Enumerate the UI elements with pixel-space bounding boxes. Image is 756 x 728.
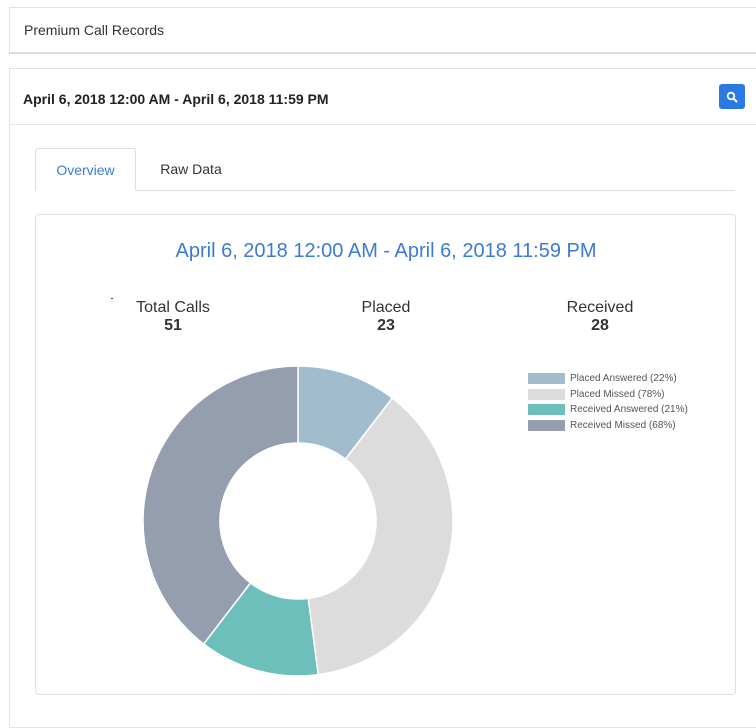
card-title: April 6, 2018 12:00 AM - April 6, 2018 1… bbox=[175, 240, 597, 262]
legend-label: Received Answered (21%) bbox=[570, 404, 688, 415]
legend-item[interactable]: Received Missed (68%) bbox=[528, 418, 688, 433]
legend-swatch bbox=[528, 419, 565, 431]
legend-swatch bbox=[528, 404, 565, 415]
tab-raw-data[interactable]: Raw Data bbox=[136, 148, 246, 190]
main-panel: April 6, 2018 12:00 AM - April 6, 2018 1… bbox=[9, 68, 756, 728]
stat-total-label: Total Calls bbox=[136, 299, 210, 316]
stat-placed-label: Placed bbox=[361, 299, 411, 316]
legend-item[interactable]: Placed Answered (22%) bbox=[528, 371, 688, 386]
date-range-bar: April 6, 2018 12:00 AM - April 6, 2018 1… bbox=[10, 69, 756, 125]
stat-placed: Placed 23 bbox=[306, 299, 466, 335]
chart-legend: Placed Answered (22%) Placed Missed (78%)… bbox=[528, 371, 688, 433]
stat-placed-value: 23 bbox=[377, 317, 395, 334]
search-button[interactable] bbox=[719, 84, 745, 109]
legend-label: Placed Answered (22%) bbox=[570, 373, 677, 384]
legend-label: Received Missed (68%) bbox=[570, 419, 676, 431]
legend-swatch bbox=[528, 373, 565, 384]
donut-chart bbox=[142, 365, 454, 677]
stat-received-label: Received bbox=[566, 299, 634, 316]
date-range-label: April 6, 2018 12:00 AM - April 6, 2018 1… bbox=[23, 91, 329, 107]
stat-received-value: 28 bbox=[591, 317, 609, 334]
tab-overview[interactable]: Overview bbox=[35, 148, 136, 191]
tab-bar: Overview Raw Data bbox=[35, 148, 735, 191]
header-panel: Premium Call Records bbox=[9, 7, 756, 54]
legend-label: Placed Missed (78%) bbox=[570, 388, 665, 400]
stat-total-value: 51 bbox=[164, 317, 182, 334]
legend-item[interactable]: Received Answered (21%) bbox=[528, 402, 688, 417]
legend-item[interactable]: Placed Missed (78%) bbox=[528, 387, 688, 402]
page-title: Premium Call Records bbox=[24, 22, 165, 38]
legend-swatch bbox=[528, 388, 565, 400]
stat-received: Received 28 bbox=[520, 299, 680, 335]
search-icon bbox=[726, 91, 738, 102]
stat-total-calls: Total Calls 51 bbox=[93, 299, 253, 335]
overview-card: April 6, 2018 12:00 AM - April 6, 2018 1… bbox=[35, 214, 736, 695]
